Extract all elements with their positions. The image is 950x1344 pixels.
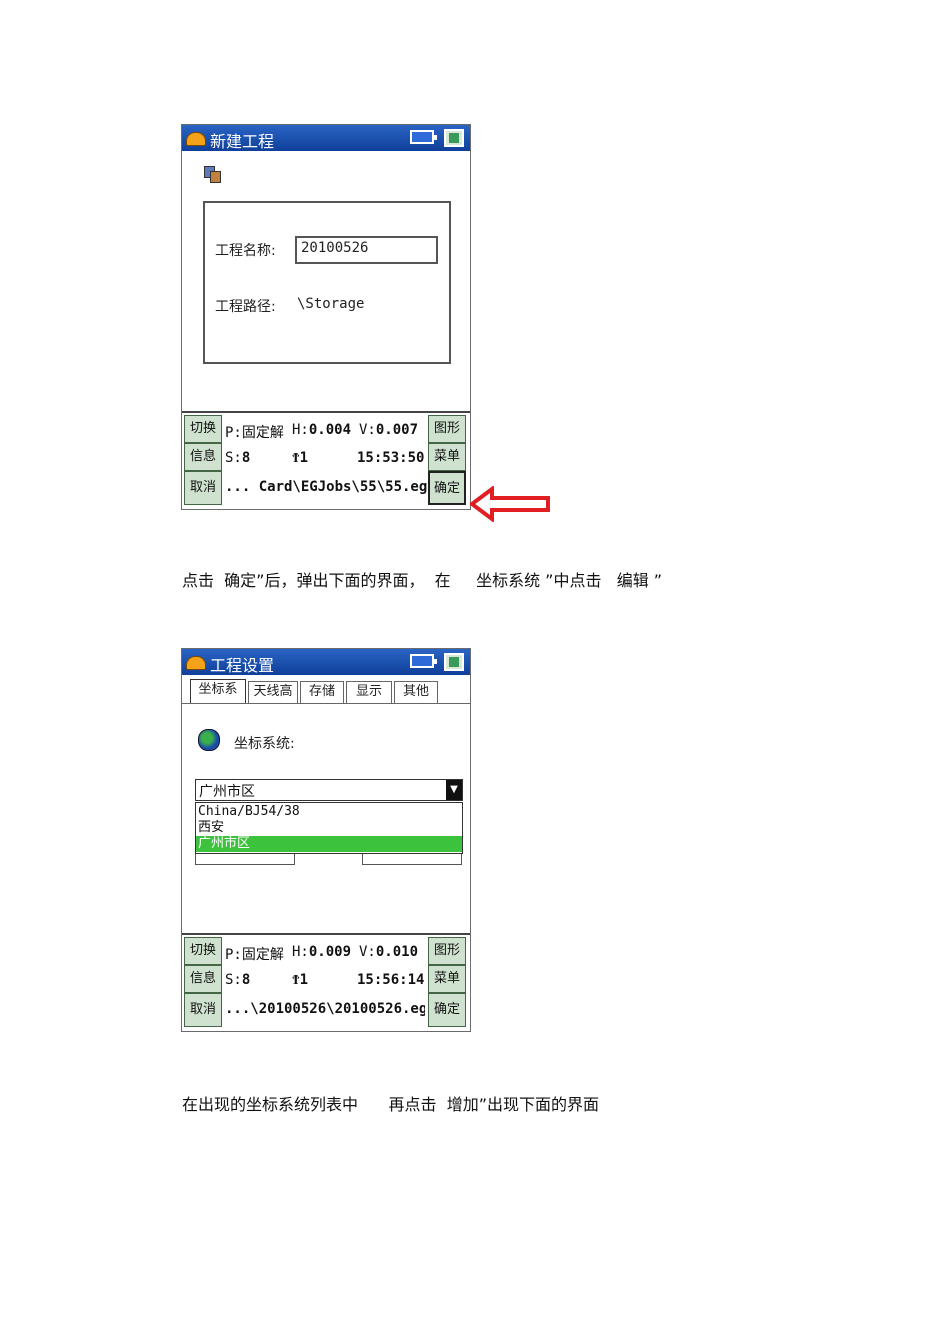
tab-antenna-height[interactable]: 天线高 xyxy=(248,681,298,703)
antenna-indicator: Ϯ1 xyxy=(292,450,308,466)
ok-button[interactable]: 确定 xyxy=(428,471,466,505)
project-path-value: \Storage xyxy=(297,296,365,312)
file-path: ...\20100526\20100526.eg xyxy=(225,1001,425,1017)
chevron-down-icon[interactable]: ▼ xyxy=(446,780,462,800)
gps-status-icon[interactable] xyxy=(444,653,464,671)
switch-button[interactable]: 切换 xyxy=(184,937,222,965)
graph-button[interactable]: 图形 xyxy=(428,415,466,443)
menu-button[interactable]: 菜单 xyxy=(428,965,466,993)
project-name-label: 工程名称: xyxy=(215,243,276,259)
satellite-count: S:8 xyxy=(225,450,251,466)
combo-value: 广州市区 xyxy=(199,784,255,800)
satellite-count: S:8 xyxy=(225,972,251,988)
title-bar: 新建工程 xyxy=(182,125,470,151)
red-arrow-icon xyxy=(470,486,550,522)
list-item[interactable]: China/BJ54/38 xyxy=(196,804,462,820)
status-panel: 切换 信息 取消 P:固定解 H:0.004 V:0.007 S:8 Ϯ1 15… xyxy=(182,411,470,509)
v-precision: V:0.007 xyxy=(359,422,419,438)
caption-2: 在出现的坐标系统列表中 再点击 增加”出现下面的界面 xyxy=(182,1095,599,1114)
antenna-icon: Ϯ xyxy=(292,972,300,988)
antenna-indicator: Ϯ1 xyxy=(292,972,308,988)
window-title: 工程设置 xyxy=(210,656,275,675)
solution-label: P:固定解 xyxy=(225,425,284,441)
app-logo-icon[interactable] xyxy=(186,132,206,146)
tab-other[interactable]: 其他 xyxy=(394,681,438,703)
switch-button[interactable]: 切换 xyxy=(184,415,222,443)
project-settings-window: 工程设置 坐标系 天线高 存储 显示 其他 坐标系统: 广州市区 ▼ China… xyxy=(181,648,471,1032)
tab-coordinate-system[interactable]: 坐标系 xyxy=(190,679,246,703)
new-project-window: 新建工程 工程名称: 20100526 工程路径: \Storage 切换 信息… xyxy=(181,124,471,510)
battery-icon xyxy=(410,654,437,668)
info-button[interactable]: 信息 xyxy=(184,443,222,471)
app-logo-icon[interactable] xyxy=(186,656,206,670)
battery-icon xyxy=(410,130,437,144)
project-name-input[interactable]: 20100526 xyxy=(295,236,438,264)
solution-label: P:固定解 xyxy=(225,947,284,963)
project-info-group: 工程名称: 20100526 工程路径: \Storage xyxy=(203,201,451,364)
antenna-icon: Ϯ xyxy=(292,450,300,466)
cancel-button[interactable]: 取消 xyxy=(184,993,222,1027)
coord-system-label: 坐标系统: xyxy=(234,736,295,752)
project-path-label: 工程路径: xyxy=(215,299,276,315)
ok-button[interactable]: 确定 xyxy=(428,993,466,1027)
globe-icon xyxy=(198,729,220,751)
tab-underline xyxy=(182,703,470,704)
caption-1: 点击 确定”后，弹出下面的界面， 在 坐标系统 ”中点击 编辑 ” xyxy=(182,571,663,590)
tab-storage[interactable]: 存储 xyxy=(300,681,344,703)
window-title: 新建工程 xyxy=(210,132,275,151)
graph-button[interactable]: 图形 xyxy=(428,937,466,965)
list-item[interactable]: 西安 xyxy=(196,820,462,836)
clock: 15:56:14 xyxy=(357,972,425,988)
h-precision: H:0.009 xyxy=(292,944,352,960)
project-icon xyxy=(204,166,221,183)
coord-system-dropdown: China/BJ54/38 西安 广州市区 xyxy=(195,802,463,854)
coord-system-combo[interactable]: 广州市区 ▼ xyxy=(195,779,463,801)
gps-status-icon[interactable] xyxy=(444,129,464,147)
clock: 15:53:50 xyxy=(357,450,425,466)
v-precision: V:0.010 xyxy=(359,944,419,960)
h-precision: H:0.004 xyxy=(292,422,352,438)
title-bar: 工程设置 xyxy=(182,649,470,675)
file-path: ... Card\EGJobs\55\55.eg xyxy=(225,479,428,495)
list-item-selected[interactable]: 广州市区 xyxy=(196,836,462,852)
tab-display[interactable]: 显示 xyxy=(346,681,392,703)
menu-button[interactable]: 菜单 xyxy=(428,443,466,471)
info-button[interactable]: 信息 xyxy=(184,965,222,993)
cancel-button[interactable]: 取消 xyxy=(184,471,222,505)
status-panel: 切换 信息 取消 P:固定解 H:0.009 V:0.010 S:8 Ϯ1 15… xyxy=(182,933,470,1031)
